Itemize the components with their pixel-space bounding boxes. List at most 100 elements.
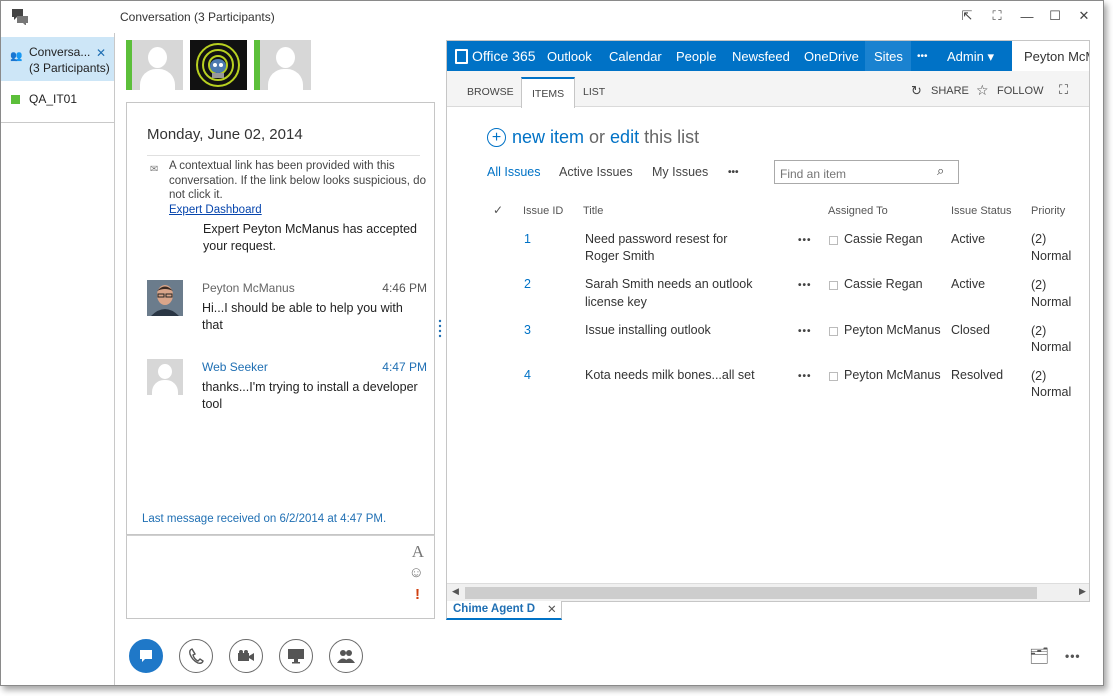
office365-nav: Office 365 Outlook Calendar People Newsf…	[447, 41, 1089, 71]
robot-avatar-icon	[190, 40, 247, 90]
issue-title-link[interactable]: license key	[585, 294, 647, 311]
participants-button[interactable]	[329, 639, 363, 673]
phone-icon	[189, 648, 204, 664]
share-icon[interactable]: ↻	[911, 83, 922, 99]
splitter-handle[interactable]	[438, 319, 442, 341]
close-tab-icon[interactable]: ✕	[547, 602, 557, 616]
col-priority[interactable]: Priority	[1031, 205, 1065, 217]
follow-button[interactable]: FOLLOW	[997, 85, 1043, 97]
participant-avatar-bot[interactable]	[190, 40, 247, 90]
emoticon-icon[interactable]: ☺	[409, 564, 424, 581]
issue-status: Active	[951, 277, 986, 291]
close-conversation-icon[interactable]: ✕	[96, 45, 106, 61]
priority-label: Normal	[1031, 340, 1072, 354]
find-item-input[interactable]	[774, 160, 959, 184]
conversation-sidebar: 👥 Conversa... (3 Participants) ✕ QA_IT01	[1, 33, 115, 685]
maximize-button[interactable]: ☐	[1042, 5, 1068, 27]
priority-label: Normal	[1031, 385, 1072, 399]
view-all-issues[interactable]: All Issues	[487, 165, 541, 179]
presence-checkbox-icon	[829, 281, 838, 290]
assigned-to[interactable]: Cassie Regan	[844, 276, 923, 293]
tab-list[interactable]: LIST	[583, 86, 605, 98]
more-options-icon[interactable]: •••	[1065, 649, 1081, 663]
nav-more-icon[interactable]: •••	[917, 51, 928, 62]
issue-id-link[interactable]: 4	[524, 367, 531, 384]
edit-list-link[interactable]: edit	[610, 127, 639, 148]
message-input[interactable]: A ☺ !	[126, 535, 435, 619]
importance-icon[interactable]: !	[415, 586, 420, 603]
col-assigned-to[interactable]: Assigned To	[828, 205, 888, 217]
plus-icon[interactable]: +	[487, 128, 506, 147]
issue-title-link[interactable]: Issue installing outlook	[585, 322, 711, 339]
office365-logo[interactable]: Office 365	[455, 48, 536, 64]
issue-id-link[interactable]: 3	[524, 322, 531, 339]
participant-avatar[interactable]	[254, 40, 311, 90]
tab-items[interactable]: ITEMS	[521, 77, 576, 108]
priority: (2)	[1031, 278, 1047, 292]
row-menu-icon[interactable]: •••	[798, 323, 812, 340]
contact-card-icon[interactable]: 🗂	[1029, 646, 1049, 666]
fullscreen-icon[interactable]: ⛶	[984, 5, 1010, 27]
im-button[interactable]	[129, 639, 163, 673]
horizontal-scrollbar[interactable]: ◀ ▶	[447, 583, 1089, 601]
close-button[interactable]: ✕	[1071, 5, 1097, 27]
pop-out-icon[interactable]: ⇱	[954, 5, 980, 27]
new-item-link[interactable]: new item	[512, 127, 584, 148]
view-active-issues[interactable]: Active Issues	[559, 165, 633, 179]
nav-user-name[interactable]: Peyton McManus	[1012, 41, 1089, 71]
col-issue-status[interactable]: Issue Status	[951, 205, 1012, 217]
tab-browse[interactable]: BROWSE	[467, 86, 514, 98]
video-button[interactable]	[229, 639, 263, 673]
font-icon[interactable]: A	[412, 542, 424, 562]
issue-title-link[interactable]: Need password resest for	[585, 231, 727, 248]
nav-admin[interactable]: Admin ▾	[947, 49, 994, 65]
message-time: 4:46 PM	[382, 281, 427, 295]
col-title[interactable]: Title	[583, 205, 603, 217]
row-menu-icon[interactable]: •••	[798, 277, 812, 294]
assigned-to[interactable]: Cassie Regan	[844, 231, 923, 248]
issue-id-link[interactable]: 1	[524, 231, 531, 248]
assigned-to[interactable]: Peyton McManus	[844, 367, 941, 384]
focus-content-icon[interactable]: ⛶	[1059, 82, 1068, 98]
issue-id-link[interactable]: 2	[524, 276, 531, 293]
nav-onedrive[interactable]: OneDrive	[804, 49, 859, 64]
nav-newsfeed[interactable]: Newsfeed	[732, 49, 790, 64]
select-all-check-icon[interactable]: ✓	[493, 203, 503, 217]
presence-checkbox-icon	[829, 327, 838, 336]
issue-title-link[interactable]: Kota needs milk bones...all set	[585, 367, 755, 384]
scrollbar-thumb[interactable]	[465, 587, 1037, 599]
nav-sites[interactable]: Sites	[874, 49, 903, 64]
col-issue-id[interactable]: Issue ID	[523, 205, 563, 217]
search-icon[interactable]: ⌕	[937, 163, 944, 179]
tab-chime-agent[interactable]: Chime Agent D ✕	[446, 601, 562, 620]
present-button[interactable]	[279, 639, 313, 673]
sender-name: Web Seeker	[202, 360, 268, 374]
view-more-icon[interactable]: •••	[728, 167, 739, 178]
conversation-history[interactable]: Monday, June 02, 2014 ✉ A contextual lin…	[126, 102, 435, 535]
scroll-right-icon[interactable]: ▶	[1079, 586, 1086, 597]
minimize-button[interactable]: —	[1014, 5, 1040, 27]
issue-title-link[interactable]: Sarah Smith needs an outlook	[585, 276, 752, 293]
call-button[interactable]	[179, 639, 213, 673]
issue-status: Resolved	[951, 368, 1004, 382]
sidebar-item-qa-it01[interactable]: QA_IT01	[1, 87, 114, 123]
message-text: Hi...I should be able to help you with t…	[202, 301, 403, 332]
share-button[interactable]: SHARE	[931, 85, 969, 97]
nav-people[interactable]: People	[676, 49, 716, 64]
nav-calendar[interactable]: Calendar	[609, 49, 662, 64]
row-menu-icon[interactable]: •••	[798, 368, 812, 385]
view-my-issues[interactable]: My Issues	[652, 165, 708, 179]
people-icon	[337, 650, 355, 663]
nav-outlook[interactable]: Outlook	[547, 49, 592, 64]
scroll-left-icon[interactable]: ◀	[452, 586, 459, 597]
issue-title-link[interactable]: Roger Smith	[585, 248, 654, 265]
expert-dashboard-link[interactable]: Expert Dashboard	[169, 204, 262, 216]
priority-label: Normal	[1031, 249, 1072, 263]
participant-avatar[interactable]	[126, 40, 183, 90]
assigned-to[interactable]: Peyton McManus	[844, 322, 941, 339]
row-menu-icon[interactable]: •••	[798, 232, 812, 249]
sidebar-item-label: QA_IT01	[29, 92, 78, 106]
presence-checkbox-icon	[829, 372, 838, 381]
star-icon[interactable]: ☆	[976, 82, 989, 99]
sidebar-item-conversation[interactable]: 👥 Conversa... (3 Participants) ✕	[1, 37, 114, 81]
